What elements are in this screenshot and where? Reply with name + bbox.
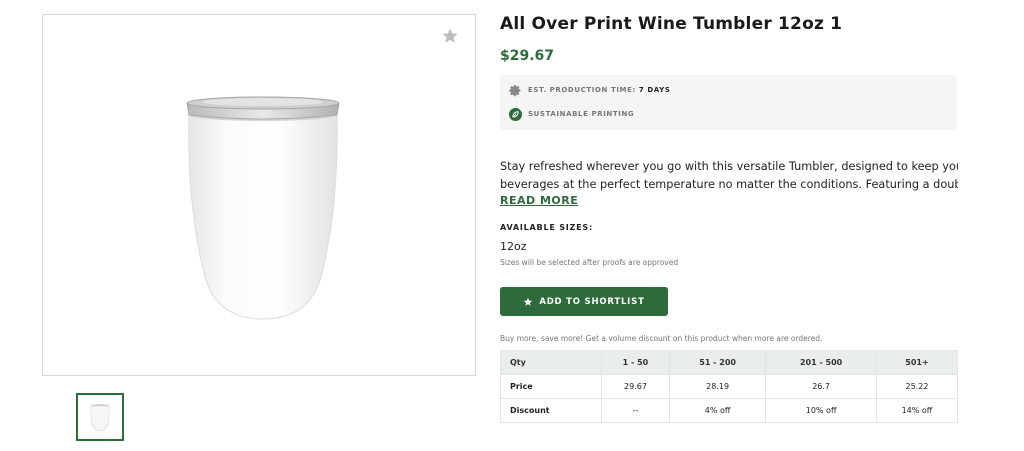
product-price: $29.67 [500, 48, 555, 64]
table-cell: 28.19 [668, 374, 767, 399]
table-header-row: Qty 1 - 50 51 - 200 201 - 500 501+ [500, 350, 959, 375]
product-gallery [42, 14, 476, 376]
product-description: Stay refreshed wherever you go with this… [500, 158, 958, 194]
table-header-cell: 51 - 200 [668, 350, 767, 375]
size-value: 12oz [500, 240, 527, 253]
sustainable-printing-row: SUSTAINABLE PRINTING [509, 107, 634, 121]
volume-pricing-table: Qty 1 - 50 51 - 200 201 - 500 501+ Price… [500, 350, 959, 423]
production-time-row: EST. PRODUCTION TIME: 7 DAYS [509, 83, 670, 97]
available-sizes-label: AVAILABLE SIZES: [500, 223, 593, 232]
table-row: Discount -- 4% off 10% off 14% off [500, 398, 959, 423]
tumbler-product-image [186, 96, 340, 320]
gear-icon [509, 84, 521, 96]
table-cell: 4% off [668, 398, 767, 423]
table-cell: 26.7 [765, 374, 877, 399]
table-header-cell: 1 - 50 [601, 350, 670, 375]
sizes-note: Sizes will be selected after proofs are … [500, 258, 679, 267]
table-cell: Price [500, 374, 602, 399]
tumbler-thumbnail-image [90, 404, 110, 432]
add-to-shortlist-label: ADD TO SHORTLIST [539, 296, 645, 307]
table-cell: Discount [500, 398, 602, 423]
star-icon [524, 297, 533, 306]
table-header-cell: 501+ [875, 350, 959, 375]
read-more-link[interactable]: READ MORE [500, 194, 578, 207]
table-cell: 10% off [765, 398, 877, 423]
table-row: Price 29.67 28.19 26.7 25.22 [500, 374, 959, 399]
product-title: All Over Print Wine Tumbler 12oz 1 [500, 14, 843, 34]
table-cell: 29.67 [601, 374, 670, 399]
leaf-icon [509, 107, 522, 121]
sustainable-printing-label: SUSTAINABLE PRINTING [528, 110, 635, 118]
gallery-thumbnail[interactable] [76, 393, 124, 441]
add-to-shortlist-button[interactable]: ADD TO SHORTLIST [500, 287, 668, 316]
description-line: beverages at the perfect temperature no … [500, 178, 958, 191]
production-time-label: EST. PRODUCTION TIME: [528, 86, 636, 94]
product-specs-box: EST. PRODUCTION TIME: 7 DAYS SUSTAINABLE … [500, 75, 957, 130]
table-header-cell: Qty [500, 350, 602, 375]
favorite-star-icon[interactable] [441, 27, 459, 45]
table-header-cell: 201 - 500 [765, 350, 877, 375]
volume-discount-note: Buy more, save more! Get a volume discou… [500, 334, 823, 343]
table-cell: -- [601, 398, 670, 423]
table-cell: 14% off [875, 398, 959, 423]
description-line: Stay refreshed wherever you go with this… [500, 160, 958, 173]
table-cell: 25.22 [875, 374, 959, 399]
production-time-value: 7 DAYS [638, 86, 671, 94]
